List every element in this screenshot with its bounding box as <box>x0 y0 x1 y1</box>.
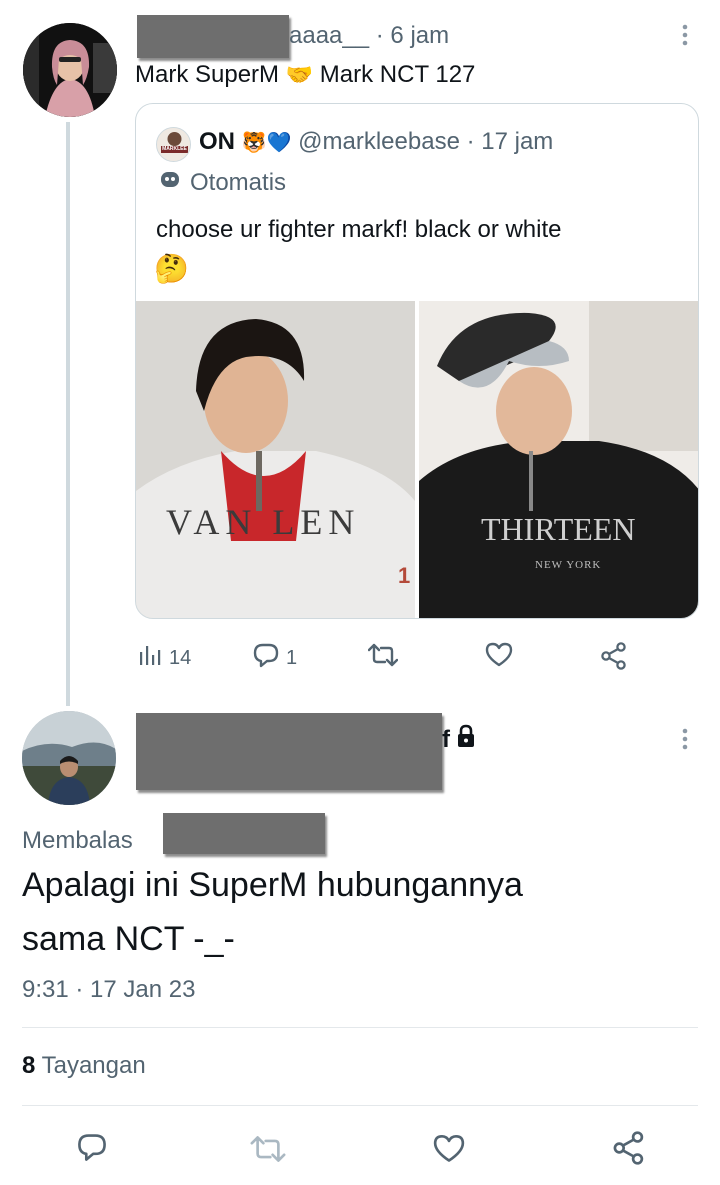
quoted-name-emojis: 🐯💙 <box>241 132 292 154</box>
lock-icon <box>456 724 476 755</box>
thinking-emoji: 🤔 <box>154 253 189 284</box>
quoted-display-name[interactable]: ON <box>199 128 235 155</box>
retweet-icon <box>367 642 399 674</box>
quoted-author-avatar: MARKLEE <box>156 127 191 162</box>
like-action[interactable] <box>485 642 513 674</box>
reply-tweet-text-line2: sama NCT -_- <box>22 920 235 958</box>
share-action[interactable] <box>600 642 628 676</box>
quoted-image-2[interactable]: THIRTEEN NEW YORK <box>419 301 698 618</box>
tweet-text: Mark SuperM 🤝 Mark NCT 127 <box>135 61 475 89</box>
author-handle-suffix[interactable]: aaaa__ · 6 jam <box>289 22 449 50</box>
replying-to-label: Membalas <box>22 827 133 854</box>
bottom-reply-button[interactable] <box>76 1132 108 1167</box>
tweet-time[interactable]: · 6 jam <box>376 22 449 49</box>
reply-count: 1 <box>286 646 298 669</box>
tweet-text-part2: Mark NCT 127 <box>319 61 476 88</box>
reply-action[interactable]: 1 <box>252 642 297 674</box>
retweet-action[interactable] <box>367 642 399 674</box>
views-count: 14 <box>169 646 192 669</box>
bottom-retweet-button[interactable] <box>250 1134 286 1169</box>
automated-account-row: Otomatis <box>158 167 286 198</box>
views-summary-label: Tayangan <box>41 1052 146 1079</box>
quoted-tweet-card[interactable]: MARKLEE ON 🐯💙 @markleebase · 17 jam Otom… <box>135 103 699 619</box>
name-suffix-text: f <box>442 725 450 753</box>
author-avatar[interactable] <box>23 23 117 117</box>
image1-shirt-number: 1 <box>398 563 411 588</box>
quoted-image-1[interactable]: VAN LEN 1 <box>136 301 415 618</box>
divider-bottom <box>22 1105 698 1106</box>
views-action[interactable]: 14 <box>137 642 191 674</box>
redacted-author-name <box>137 15 289 58</box>
quoted-tweet-text: choose ur fighter markf! black or white <box>156 216 562 244</box>
quoted-time[interactable]: · 17 jam <box>467 128 554 155</box>
robot-icon <box>158 167 182 198</box>
image2-shirt-text: THIRTEEN <box>481 511 636 547</box>
reply-author-avatar[interactable] <box>22 711 116 805</box>
reply-more-options-icon[interactable] <box>682 728 688 755</box>
redacted-replying-to-handle <box>163 813 325 854</box>
share-icon <box>600 642 628 676</box>
redacted-reply-author-name <box>136 713 442 790</box>
retweet-icon <box>250 1136 286 1168</box>
image2-shirt-subtext: NEW YORK <box>535 559 602 571</box>
views-summary[interactable]: 8 Tayangan <box>22 1052 146 1080</box>
handle-suffix-text: aaaa__ <box>289 22 370 49</box>
tweet-text-part1: Mark SuperM <box>135 61 280 88</box>
share-icon <box>612 1131 646 1169</box>
image1-shirt-text: VAN LEN <box>166 502 361 542</box>
views-summary-count: 8 <box>22 1052 36 1079</box>
reply-icon <box>252 642 280 674</box>
thread-connector-line <box>66 122 70 706</box>
heart-icon <box>432 1134 466 1168</box>
analytics-icon <box>137 642 163 674</box>
reply-author-name-suffix[interactable]: f <box>442 724 476 755</box>
more-options-icon[interactable] <box>680 24 690 46</box>
bottom-share-button[interactable] <box>612 1131 646 1170</box>
divider-top <box>22 1027 698 1028</box>
automated-label: Otomatis <box>190 168 287 196</box>
quoted-text: choose ur fighter markf! black or white <box>156 216 562 243</box>
quoted-avatar-label: MARKLEE <box>162 146 187 152</box>
reply-timestamp[interactable]: 9:31 · 17 Jan 23 <box>22 976 195 1004</box>
handshake-emoji: 🤝 <box>285 62 314 87</box>
quoted-author-row: ON 🐯💙 @markleebase · 17 jam <box>199 128 553 156</box>
reply-icon <box>76 1134 108 1166</box>
bottom-like-button[interactable] <box>432 1134 466 1169</box>
heart-icon <box>485 642 513 674</box>
reply-tweet-text-line1: Apalagi ini SuperM hubungannya <box>22 866 523 904</box>
quoted-username[interactable]: @markleebase <box>298 128 460 155</box>
